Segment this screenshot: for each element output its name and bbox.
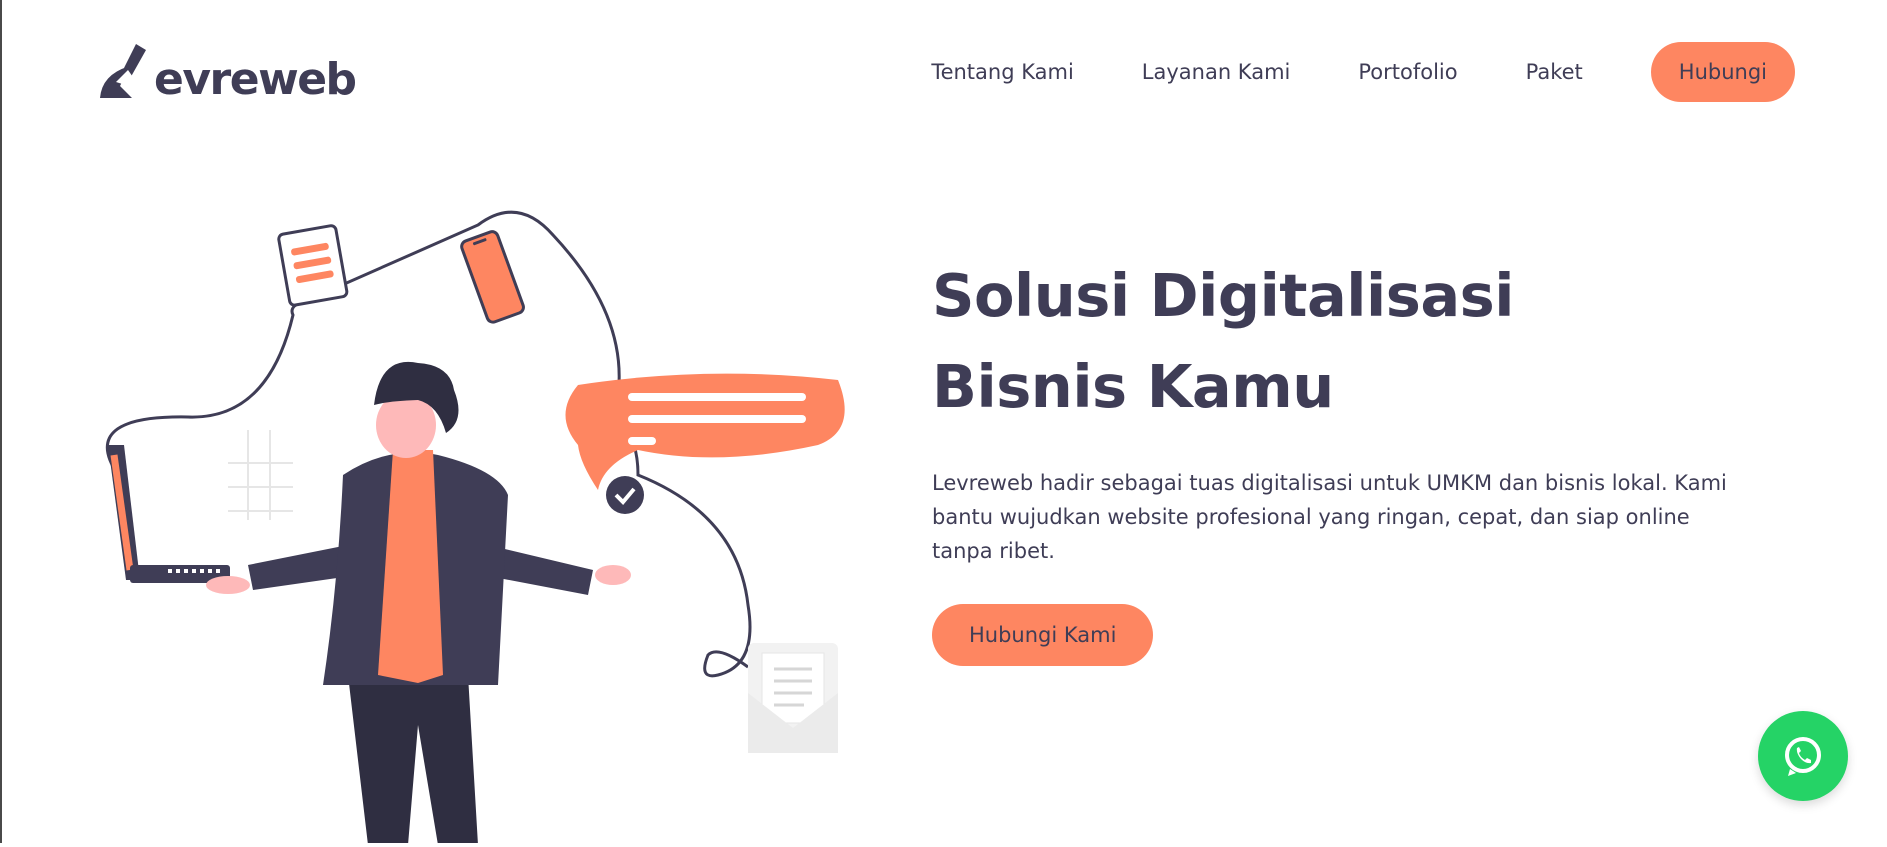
speech-bubble (565, 373, 845, 514)
grid-decoration (228, 430, 293, 520)
brand-logo[interactable]: evreweb (98, 42, 357, 105)
hero-title: Solusi Digitalisasi Bisnis Kamu (932, 250, 1752, 432)
whatsapp-icon (1785, 737, 1821, 776)
main-nav: Tentang Kami Layanan Kami Portofolio Pak… (931, 42, 1795, 102)
logo-text: evreweb (154, 54, 357, 105)
hero-title-line-2: Bisnis Kamu (932, 352, 1334, 421)
phone-device (460, 230, 525, 324)
document-card (277, 224, 349, 307)
hubungi-kami-button[interactable]: Hubungi Kami (932, 604, 1154, 666)
envelope-icon (748, 643, 838, 753)
nav-link-layanan-kami[interactable]: Layanan Kami (1142, 42, 1291, 102)
nav-link-paket[interactable]: Paket (1526, 42, 1583, 102)
lever-logo-icon (100, 44, 146, 98)
hero-description: Levreweb hadir sebagai tuas digitalisasi… (932, 471, 1727, 563)
nav-link-portofolio[interactable]: Portofolio (1358, 42, 1457, 102)
nav-hubungi-button[interactable]: Hubungi (1650, 42, 1795, 102)
hero-illustration (98, 205, 878, 847)
laptop-device (108, 445, 230, 583)
hero-title-line-1: Solusi Digitalisasi (932, 261, 1515, 330)
nav-link-tentang-kami[interactable]: Tentang Kami (931, 42, 1073, 102)
hero-section: Solusi Digitalisasi Bisnis Kamu Levreweb… (932, 250, 1752, 666)
person-juggling-devices-illustration (106, 210, 845, 845)
whatsapp-floating-button[interactable] (1758, 711, 1848, 801)
